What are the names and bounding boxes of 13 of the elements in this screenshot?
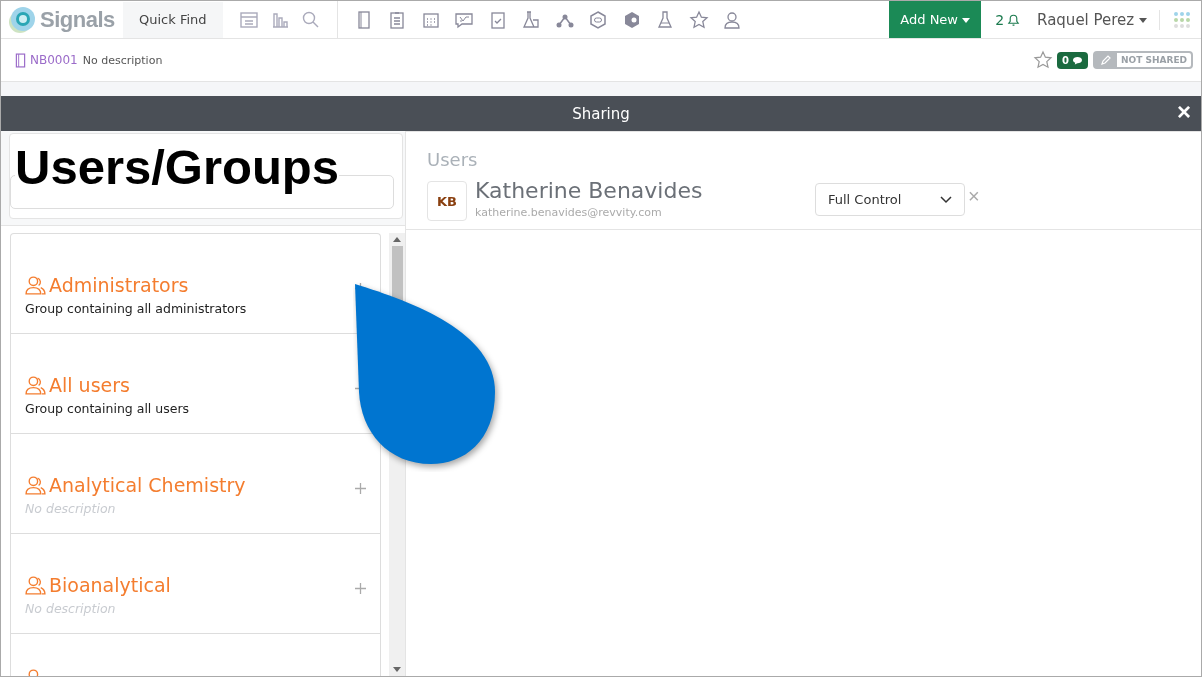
group-description: Group containing all users bbox=[25, 401, 191, 416]
user-email: katherine.benavides@revvity.com bbox=[475, 206, 663, 219]
user-avatar: KB bbox=[427, 181, 467, 221]
users-heading: Users bbox=[426, 148, 479, 170]
group-name: Administrators bbox=[49, 274, 189, 296]
group-description: Group containing all administrators bbox=[25, 301, 248, 316]
brand-name: Signals bbox=[40, 6, 115, 33]
dialog-title: Sharing bbox=[572, 104, 630, 123]
group-name: All users bbox=[49, 374, 130, 396]
group-name: Analytical Chemistry bbox=[49, 474, 246, 496]
group-name: Bioanalytical bbox=[49, 574, 171, 596]
user-name: Katherine Benavides bbox=[475, 178, 704, 203]
notebook-description: No description bbox=[82, 53, 163, 67]
